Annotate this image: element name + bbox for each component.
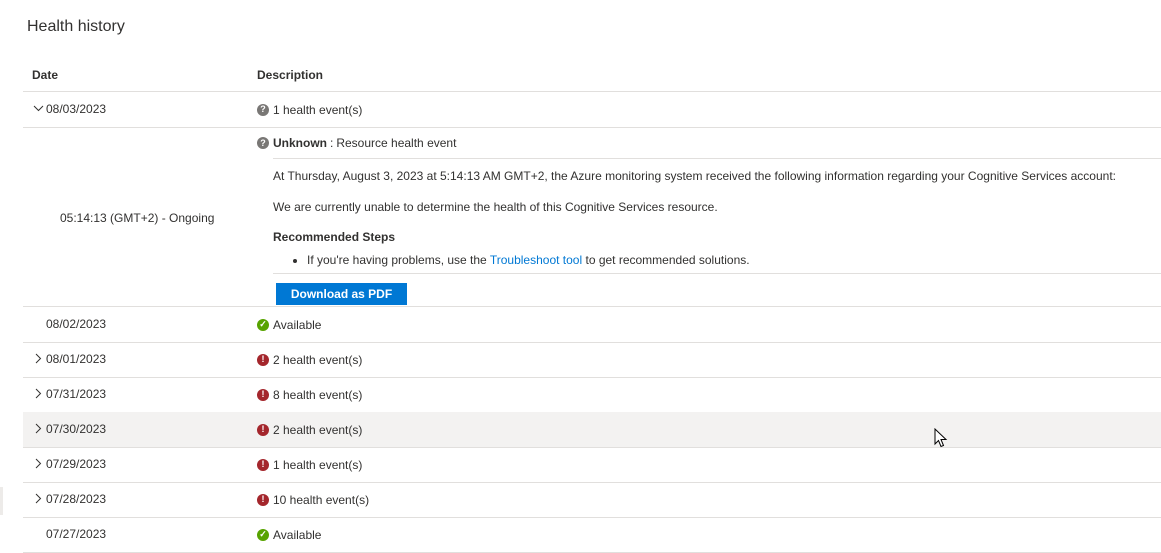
row-description-text: 1 health event(s) bbox=[273, 457, 363, 472]
event-header: ? Unknown : Resource health event bbox=[257, 136, 456, 150]
event-type: Resource health event bbox=[336, 136, 457, 150]
table-row[interactable]: 08/02/2023 ✓ Available bbox=[23, 307, 1161, 343]
unknown-icon: ? bbox=[257, 137, 269, 149]
row-description: ? 1 health event(s) bbox=[257, 92, 362, 127]
mouse-cursor-icon bbox=[934, 427, 948, 451]
step-suffix: to get recommended solutions. bbox=[585, 253, 750, 267]
step-prefix: If you're having problems, use the bbox=[307, 253, 487, 267]
troubleshoot-tool-link[interactable]: Troubleshoot tool bbox=[490, 253, 582, 267]
row-date: 07/27/2023 bbox=[46, 527, 107, 541]
event-separator: : bbox=[330, 136, 334, 150]
row-description: ! 2 health event(s) bbox=[257, 342, 362, 377]
row-description: ✓ Available bbox=[257, 307, 321, 342]
bullet-icon bbox=[293, 258, 297, 263]
page-title: Health history bbox=[27, 18, 125, 35]
recommended-step: If you're having problems, use the Troub… bbox=[293, 253, 750, 267]
error-icon: ! bbox=[257, 423, 269, 436]
table-row-expanded[interactable]: 08/03/2023 ? 1 health event(s) bbox=[23, 92, 1161, 128]
event-time: 05:14:13 (GMT+2) - Ongoing bbox=[60, 211, 215, 225]
row-description-text: 8 health event(s) bbox=[273, 387, 363, 402]
event-message: At Thursday, August 3, 2023 at 5:14:13 A… bbox=[273, 169, 1116, 183]
error-icon: ! bbox=[257, 388, 269, 401]
row-description-text: Available bbox=[273, 527, 322, 542]
table-row[interactable]: 07/29/2023 ! 1 health event(s) bbox=[23, 447, 1161, 483]
check-icon: ✓ bbox=[257, 528, 269, 541]
table-row[interactable]: 07/31/2023 ! 8 health event(s) bbox=[23, 377, 1161, 413]
event-detail: 05:14:13 (GMT+2) - Ongoing ? Unknown : R… bbox=[23, 127, 1161, 307]
row-date: 07/28/2023 bbox=[46, 492, 107, 506]
row-date: 07/31/2023 bbox=[46, 387, 107, 401]
row-description: ! 1 health event(s) bbox=[257, 447, 362, 482]
event-divider bbox=[273, 158, 1161, 159]
table-row[interactable]: 07/28/2023 ! 10 health event(s) bbox=[23, 482, 1161, 518]
error-icon: ! bbox=[257, 353, 269, 366]
row-description-text: 2 health event(s) bbox=[273, 352, 363, 367]
chevron-right-icon[interactable] bbox=[33, 447, 44, 482]
chevron-right-icon[interactable] bbox=[33, 377, 44, 412]
row-date: 08/02/2023 bbox=[46, 317, 107, 331]
error-icon: ! bbox=[257, 458, 269, 471]
event-detail-text: We are currently unable to determine the… bbox=[273, 200, 718, 214]
event-divider-bottom bbox=[273, 273, 1161, 274]
table-row[interactable]: 08/01/2023 ! 2 health event(s) bbox=[23, 342, 1161, 378]
row-date: 08/01/2023 bbox=[46, 352, 107, 366]
download-pdf-button[interactable]: Download as PDF bbox=[276, 283, 407, 305]
row-description-text: 1 health event(s) bbox=[273, 102, 363, 117]
chevron-down-icon[interactable] bbox=[33, 92, 44, 127]
row-description-text: Available bbox=[273, 317, 322, 332]
check-icon: ✓ bbox=[257, 318, 269, 331]
description-column-header[interactable]: Description bbox=[257, 68, 323, 82]
error-icon: ! bbox=[257, 493, 269, 506]
row-description-text: 10 health event(s) bbox=[273, 492, 370, 507]
row-date: 08/03/2023 bbox=[46, 102, 107, 116]
table-row[interactable]: 07/30/2023 ! 2 health event(s) bbox=[23, 412, 1161, 448]
chevron-right-icon[interactable] bbox=[33, 342, 44, 377]
row-date: 07/29/2023 bbox=[46, 457, 107, 471]
table-row[interactable]: 07/27/2023 ✓ Available bbox=[23, 517, 1161, 553]
scroll-edge bbox=[0, 487, 3, 515]
row-description-text: 2 health event(s) bbox=[273, 422, 363, 437]
row-description: ! 8 health event(s) bbox=[257, 377, 362, 412]
row-description: ✓ Available bbox=[257, 517, 321, 552]
row-description: ! 10 health event(s) bbox=[257, 482, 369, 517]
row-description: ! 2 health event(s) bbox=[257, 412, 362, 447]
chevron-right-icon[interactable] bbox=[33, 412, 44, 447]
unknown-icon: ? bbox=[257, 103, 269, 116]
chevron-right-icon[interactable] bbox=[33, 482, 44, 517]
row-date: 07/30/2023 bbox=[46, 422, 107, 436]
recommended-steps-title: Recommended Steps bbox=[273, 230, 396, 244]
date-column-header[interactable]: Date bbox=[32, 68, 58, 82]
event-status: Unknown bbox=[273, 136, 327, 150]
